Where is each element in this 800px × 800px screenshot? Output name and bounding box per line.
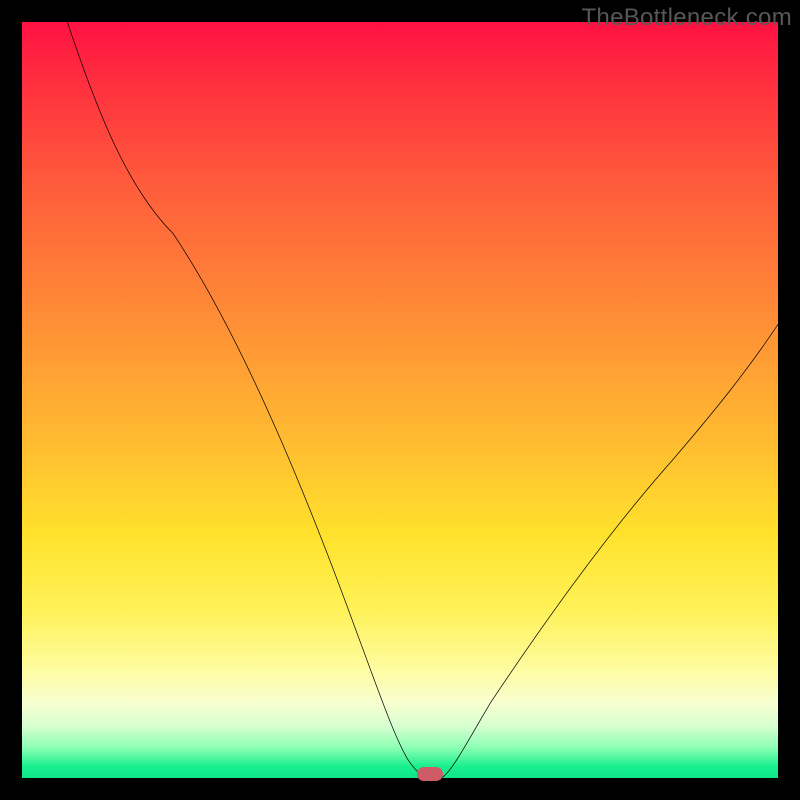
curve-path [67, 22, 778, 778]
chart-frame: TheBottleneck.com [0, 0, 800, 800]
watermark-text: TheBottleneck.com [581, 4, 792, 32]
optimal-marker [417, 767, 443, 781]
bottleneck-curve [22, 22, 778, 778]
